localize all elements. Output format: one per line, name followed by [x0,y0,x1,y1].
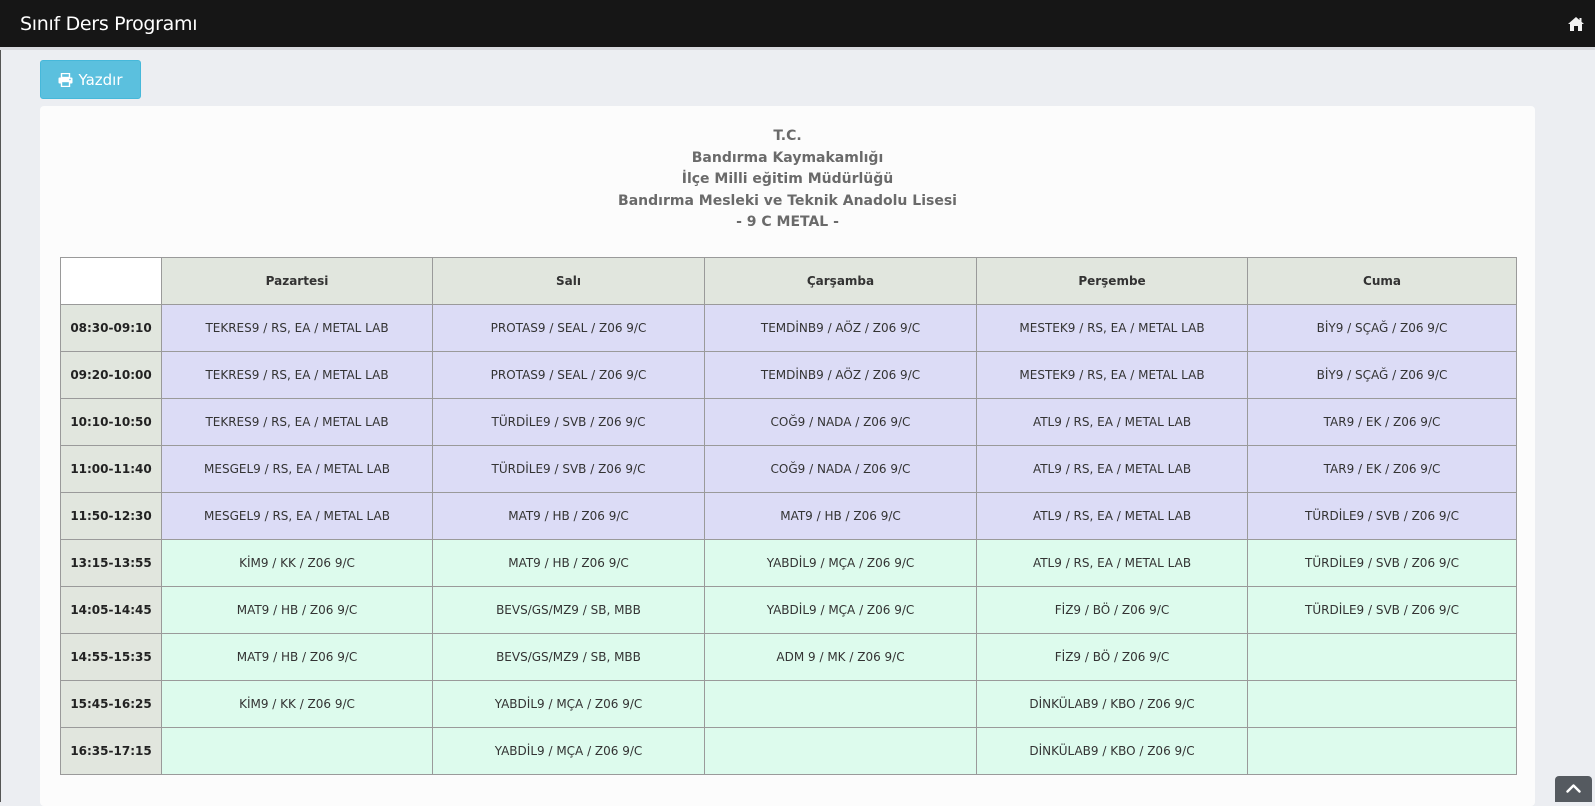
lesson-cell: PROTAS9 / SEAL / Z06 9/C [432,351,705,399]
heading-directorate: İlçe Milli eğitim Müdürlüğü [681,171,894,188]
table-row: 09:20-10:00 TEKRES9 / RS, EA / METAL LAB… [60,351,1517,399]
day-header-friday: Cuma [1247,257,1517,305]
lesson-cell: YABDİL9 / MÇA / Z06 9/C [704,586,977,634]
window-edge [0,0,1,802]
lesson-cell: TÜRDİLE9 / SVB / Z06 9/C [432,445,705,493]
lesson-cell: TEKRES9 / RS, EA / METAL LAB [161,304,433,352]
timetable-corner-cell [60,257,162,305]
lesson-cell: KİM9 / KK / Z06 9/C [161,680,433,728]
lesson-cell: MAT9 / HB / Z06 9/C [161,586,433,634]
top-navbar: Sınıf Ders Programı [0,0,1595,50]
lesson-cell: BİY9 / SÇAĞ / Z06 9/C [1247,351,1517,399]
lesson-cell: PROTAS9 / SEAL / Z06 9/C [432,304,705,352]
day-header-thursday: Perşembe [976,257,1248,305]
lesson-cell: MAT9 / HB / Z06 9/C [161,633,433,681]
lesson-cell: ATL9 / RS, EA / METAL LAB [976,492,1248,540]
lesson-cell: MAT9 / HB / Z06 9/C [704,492,977,540]
lesson-cell: YABDİL9 / MÇA / Z06 9/C [432,680,705,728]
lesson-cell: MESGEL9 / RS, EA / METAL LAB [161,445,433,493]
lesson-cell [1247,680,1517,728]
lesson-cell: TEKRES9 / RS, EA / METAL LAB [161,398,433,446]
table-row: 10:10-10:50 TEKRES9 / RS, EA / METAL LAB… [60,398,1517,446]
lesson-cell: TEMDİNB9 / AÖZ / Z06 9/C [704,304,977,352]
table-row: 15:45-16:25 KİM9 / KK / Z06 9/C YABDİL9 … [60,680,1517,728]
lesson-cell: COĞ9 / NADA / Z06 9/C [704,398,977,446]
lesson-cell: BEVS/GS/MZ9 / SB, MBB [432,586,705,634]
lesson-cell: MAT9 / HB / Z06 9/C [432,539,705,587]
lesson-cell [704,680,977,728]
lesson-cell: YABDİL9 / MÇA / Z06 9/C [704,539,977,587]
lesson-cell: ADM 9 / MK / Z06 9/C [704,633,977,681]
period-time: 13:15-13:55 [60,539,162,587]
day-header-tuesday: Salı [432,257,705,305]
day-header-monday: Pazartesi [161,257,433,305]
period-time: 08:30-09:10 [60,304,162,352]
lesson-cell: MAT9 / HB / Z06 9/C [432,492,705,540]
lesson-cell [1247,633,1517,681]
lesson-cell: FİZ9 / BÖ / Z06 9/C [976,633,1248,681]
chevron-up-icon [1566,784,1581,793]
table-row: 08:30-09:10 TEKRES9 / RS, EA / METAL LAB… [60,304,1517,352]
print-button-label: Yazdır [78,70,123,89]
table-row: 11:00-11:40 MESGEL9 / RS, EA / METAL LAB… [60,445,1517,493]
table-row: 13:15-13:55 KİM9 / KK / Z06 9/C MAT9 / H… [60,539,1517,587]
print-icon [58,72,73,87]
lesson-cell: ATL9 / RS, EA / METAL LAB [976,539,1248,587]
lesson-cell: TEKRES9 / RS, EA / METAL LAB [161,351,433,399]
lesson-cell: MESGEL9 / RS, EA / METAL LAB [161,492,433,540]
schedule-card: T.C. Bandırma Kaymakamlığı İlçe Milli eğ… [40,106,1535,806]
day-header-wednesday: Çarşamba [704,257,977,305]
lesson-cell: KİM9 / KK / Z06 9/C [161,539,433,587]
lesson-cell: MESTEK9 / RS, EA / METAL LAB [976,351,1248,399]
heading-district: Bandırma Kaymakamlığı [691,149,884,166]
print-button[interactable]: Yazdır [40,60,141,99]
table-row: 14:55-15:35 MAT9 / HB / Z06 9/C BEVS/GS/… [60,633,1517,681]
scroll-to-top-button[interactable] [1555,776,1592,802]
lesson-cell: BİY9 / SÇAĞ / Z06 9/C [1247,304,1517,352]
period-time: 09:20-10:00 [60,351,162,399]
period-time: 15:45-16:25 [60,680,162,728]
lesson-cell: YABDİL9 / MÇA / Z06 9/C [432,727,705,775]
lesson-cell: TÜRDİLE9 / SVB / Z06 9/C [1247,539,1517,587]
period-time: 16:35-17:15 [60,727,162,775]
table-row: 11:50-12:30 MESGEL9 / RS, EA / METAL LAB… [60,492,1517,540]
home-icon[interactable] [1567,16,1585,32]
lesson-cell: TÜRDİLE9 / SVB / Z06 9/C [1247,586,1517,634]
lesson-cell: TÜRDİLE9 / SVB / Z06 9/C [1247,492,1517,540]
heading-school: Bandırma Mesleki ve Teknik Anadolu Lises… [618,192,957,209]
lesson-cell [704,727,977,775]
period-time: 14:55-15:35 [60,633,162,681]
lesson-cell: TAR9 / EK / Z06 9/C [1247,398,1517,446]
heading-country: T.C. [773,128,802,144]
timetable-header-row: Pazartesi Salı Çarşamba Perşembe Cuma [60,257,1517,305]
lesson-cell: DİNKÜLAB9 / KBO / Z06 9/C [976,727,1248,775]
lesson-cell: MESTEK9 / RS, EA / METAL LAB [976,304,1248,352]
lesson-cell [161,727,433,775]
lesson-cell: TAR9 / EK / Z06 9/C [1247,445,1517,493]
lesson-cell: BEVS/GS/MZ9 / SB, MBB [432,633,705,681]
lesson-cell: TEMDİNB9 / AÖZ / Z06 9/C [704,351,977,399]
timetable: Pazartesi Salı Çarşamba Perşembe Cuma 08… [60,257,1517,775]
heading-class: - 9 C METAL - [736,214,839,231]
school-heading: T.C. Bandırma Kaymakamlığı İlçe Milli eğ… [40,126,1535,234]
table-row: 16:35-17:15 YABDİL9 / MÇA / Z06 9/C DİNK… [60,727,1517,775]
table-row: 14:05-14:45 MAT9 / HB / Z06 9/C BEVS/GS/… [60,586,1517,634]
period-time: 10:10-10:50 [60,398,162,446]
lesson-cell: ATL9 / RS, EA / METAL LAB [976,398,1248,446]
lesson-cell: FİZ9 / BÖ / Z06 9/C [976,586,1248,634]
lesson-cell: DİNKÜLAB9 / KBO / Z06 9/C [976,680,1248,728]
period-time: 11:50-12:30 [60,492,162,540]
lesson-cell: ATL9 / RS, EA / METAL LAB [976,445,1248,493]
app-title: Sınıf Ders Programı [20,13,198,35]
period-time: 14:05-14:45 [60,586,162,634]
lesson-cell: COĞ9 / NADA / Z06 9/C [704,445,977,493]
period-time: 11:00-11:40 [60,445,162,493]
lesson-cell: TÜRDİLE9 / SVB / Z06 9/C [432,398,705,446]
lesson-cell [1247,727,1517,775]
